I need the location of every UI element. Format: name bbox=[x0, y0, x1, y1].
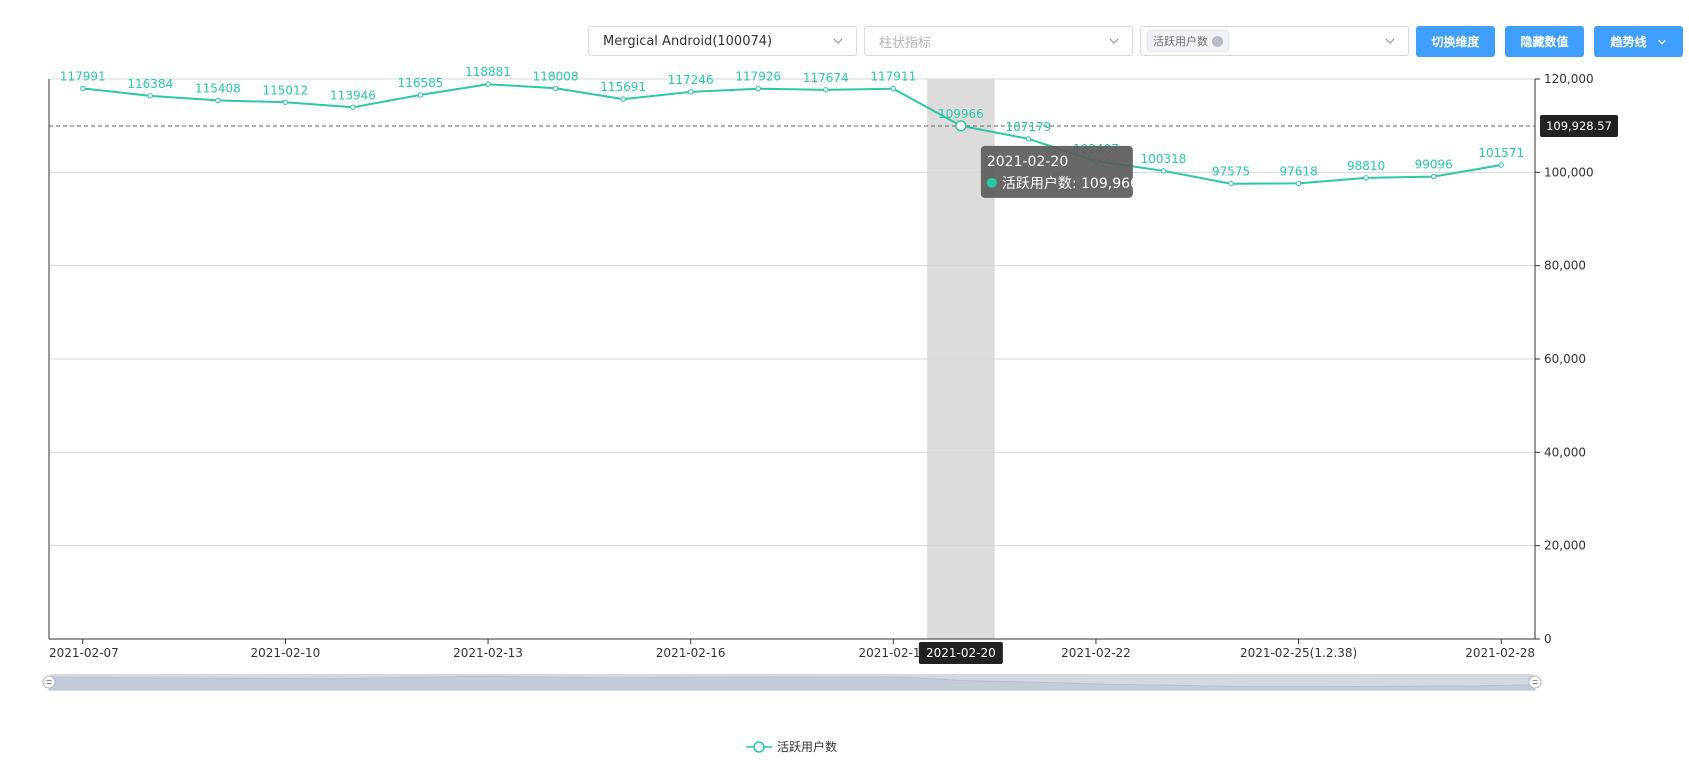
tooltip-title: 2021-02-20 bbox=[987, 154, 1068, 170]
data-label: 116384 bbox=[127, 77, 173, 91]
zoom-slider-handle[interactable] bbox=[1528, 675, 1542, 689]
data-point bbox=[620, 96, 626, 102]
x-tick-label: 2021-02-07 bbox=[49, 646, 119, 660]
data-point bbox=[1295, 180, 1302, 187]
data-label: 118008 bbox=[533, 69, 579, 83]
data-label: 116585 bbox=[398, 76, 444, 90]
legend-label: 活跃用户数 bbox=[777, 740, 838, 754]
data-point bbox=[417, 92, 424, 98]
data-point bbox=[147, 93, 154, 99]
y-pointer-label: 109,928.57 bbox=[1546, 119, 1612, 133]
data-label: 97575 bbox=[1212, 165, 1250, 179]
y-tick-label: 40,000 bbox=[1544, 445, 1586, 459]
data-point bbox=[755, 85, 761, 92]
y-tick-label: 120,000 bbox=[1544, 72, 1594, 86]
data-point bbox=[955, 120, 967, 132]
data-label: 101571 bbox=[1478, 146, 1524, 160]
x-tick-label: 2021-02-25(1.2.38) bbox=[1240, 646, 1357, 660]
data-point bbox=[1228, 180, 1234, 187]
y-tick-label: 80,000 bbox=[1544, 259, 1586, 273]
data-point bbox=[1160, 168, 1167, 174]
data-point bbox=[80, 85, 86, 92]
x-tick-label: 2021-02-28 bbox=[1465, 646, 1535, 660]
data-point bbox=[350, 104, 356, 110]
line-chart: 0 20,000 40,000 60,000 80,000 100,000 120,000 2… bbox=[42, 65, 1618, 691]
x-tick-label: 2021-02-19 bbox=[858, 646, 928, 660]
data-label: 113946 bbox=[330, 88, 376, 102]
tooltip-series-marker bbox=[986, 177, 997, 188]
data-point bbox=[485, 81, 491, 87]
data-label: 117991 bbox=[60, 69, 106, 83]
data-label: 117674 bbox=[803, 71, 849, 85]
data-point bbox=[282, 99, 289, 105]
data-point bbox=[1363, 175, 1369, 181]
y-tick-label: 100,000 bbox=[1544, 165, 1594, 179]
data-point bbox=[823, 87, 829, 93]
data-label: 115408 bbox=[195, 81, 241, 95]
x-tick-label: 2021-02-22 bbox=[1061, 646, 1131, 660]
data-point bbox=[1430, 173, 1437, 180]
data-label: 117911 bbox=[870, 70, 916, 84]
x-tick-label: 2021-02-10 bbox=[251, 646, 321, 660]
y-tick-label: 0 bbox=[1544, 632, 1552, 646]
data-label: 117926 bbox=[735, 70, 781, 84]
data-point bbox=[890, 86, 897, 92]
tooltip-value: 活跃用户数: 109,966 bbox=[1002, 175, 1139, 192]
data-label: 117246 bbox=[668, 73, 714, 87]
x-pointer-label: 2021-02-20 bbox=[926, 646, 996, 660]
data-point bbox=[1025, 136, 1032, 142]
zoom-slider-handle[interactable] bbox=[42, 675, 56, 689]
data-label: 99096 bbox=[1415, 158, 1453, 172]
x-tick-label: 2021-02-13 bbox=[453, 646, 523, 660]
data-point bbox=[215, 97, 221, 104]
data-label: 115012 bbox=[263, 83, 309, 97]
data-label: 115691 bbox=[600, 80, 646, 94]
y-tick-label: 20,000 bbox=[1544, 539, 1586, 553]
legend-line-icon bbox=[746, 740, 772, 753]
data-label: 98810 bbox=[1347, 159, 1385, 173]
data-point bbox=[687, 89, 694, 95]
data-label: 107179 bbox=[1006, 120, 1052, 134]
chart-legend[interactable]: 活跃用户数 bbox=[746, 738, 837, 755]
data-label: 118881 bbox=[465, 65, 511, 79]
data-point bbox=[1498, 162, 1504, 168]
data-label: 97618 bbox=[1279, 164, 1317, 178]
y-tick-label: 60,000 bbox=[1544, 352, 1586, 366]
data-point bbox=[552, 85, 559, 91]
data-label: 109966 bbox=[938, 107, 984, 121]
x-tick-label: 2021-02-16 bbox=[656, 646, 726, 660]
data-label: 100318 bbox=[1141, 152, 1187, 166]
